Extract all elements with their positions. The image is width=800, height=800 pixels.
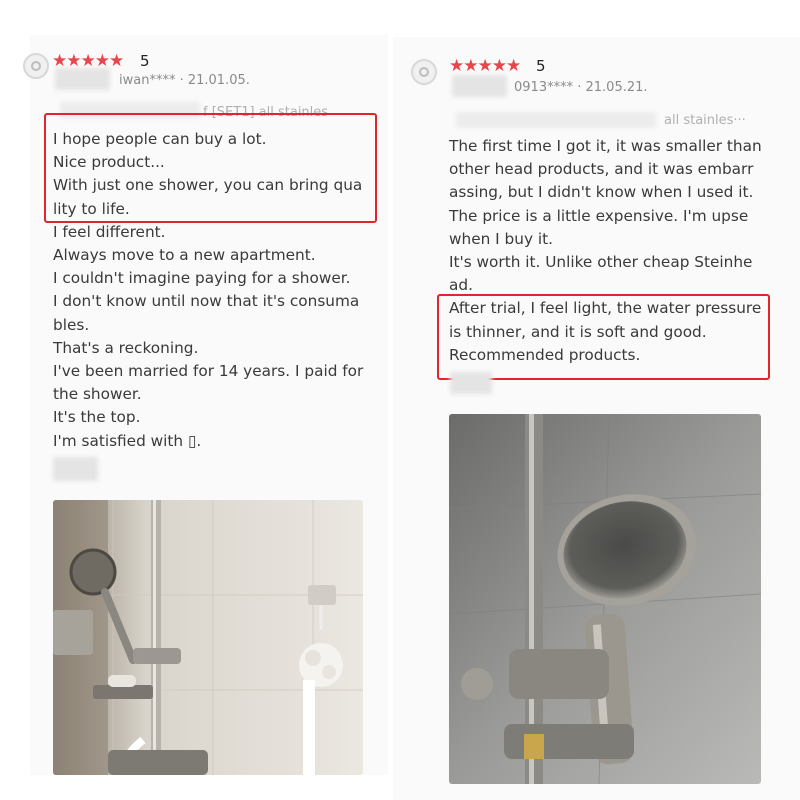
review-photo[interactable] bbox=[449, 414, 761, 784]
review-line: That's a reckoning. bbox=[53, 338, 199, 357]
rating-stars: ★★★★★ bbox=[449, 56, 521, 76]
blurred-option-prefix bbox=[456, 112, 656, 128]
review-line: the shower. bbox=[53, 385, 142, 404]
review-line: I'm satisfied with ▯. bbox=[53, 431, 202, 450]
review-date: 21.05.21. bbox=[585, 80, 648, 95]
highlight-box bbox=[437, 294, 770, 380]
review-line: It's the top. bbox=[53, 408, 141, 427]
review-line: other head products, and it was embarr bbox=[449, 160, 754, 179]
rating-value: 5 bbox=[536, 57, 546, 75]
highlight-box bbox=[44, 113, 377, 223]
review-date: 21.01.05. bbox=[187, 73, 250, 88]
blurred-username-prefix bbox=[452, 75, 507, 97]
purchase-option: all stainles··· bbox=[664, 113, 746, 128]
review-line: bles. bbox=[53, 315, 90, 334]
blurred-reply bbox=[53, 457, 98, 481]
review-line: Always move to a new apartment. bbox=[53, 246, 316, 265]
username: iwan**** · 21.01.05. bbox=[119, 73, 250, 88]
review-line: The first time I got it, it was smaller … bbox=[449, 137, 762, 155]
review-line: I feel different. bbox=[53, 222, 166, 241]
review-line: I've been married for 14 years. I paid f… bbox=[53, 362, 364, 381]
username: 0913**** · 21.05.21. bbox=[514, 80, 648, 95]
review-line: when I buy it. bbox=[449, 229, 553, 248]
shower-photo-grey-tile bbox=[449, 414, 761, 784]
review-line: assing, but I didn't know when I used it… bbox=[449, 183, 754, 202]
avatar bbox=[23, 53, 49, 79]
blurred-username-prefix bbox=[55, 68, 110, 90]
avatar bbox=[411, 59, 437, 85]
shower-photo-white-tile bbox=[53, 500, 363, 775]
review-line: I don't know until now that it's consuma bbox=[53, 292, 360, 311]
blurred-reply bbox=[450, 372, 492, 394]
review-line: The price is a little expensive. I'm ups… bbox=[449, 206, 749, 225]
review-photo[interactable] bbox=[53, 500, 363, 775]
review-line: I couldn't imagine paying for a shower. bbox=[53, 269, 351, 288]
review-line: It's worth it. Unlike other cheap Steinh… bbox=[449, 253, 753, 272]
rating-value: 5 bbox=[140, 52, 150, 70]
